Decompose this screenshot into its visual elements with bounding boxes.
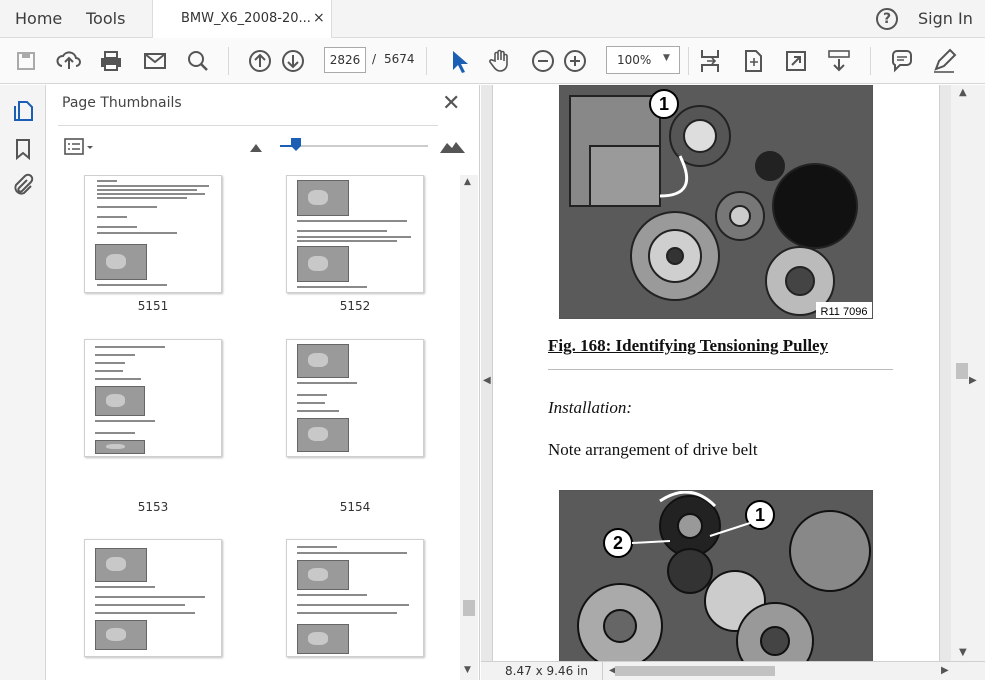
zoom-select[interactable]: 100% ▼: [606, 46, 680, 74]
pen-icon[interactable]: [930, 47, 958, 75]
divider: [548, 369, 893, 370]
page-number-input[interactable]: 2826: [324, 47, 366, 73]
page-down-icon[interactable]: [279, 47, 307, 75]
chevron-down-icon: ▼: [663, 53, 670, 63]
select-arrow-icon[interactable]: [444, 47, 472, 75]
thumbnail-page[interactable]: [286, 339, 424, 457]
tab-title: BMW_X6_2008-20...: [181, 11, 311, 26]
close-icon[interactable]: ✕: [442, 91, 460, 116]
left-rail: [0, 85, 46, 680]
zoom-out-icon[interactable]: [529, 47, 557, 75]
home-menu[interactable]: Home: [15, 9, 62, 28]
sign-in-button[interactable]: Sign In: [918, 9, 973, 28]
document-scrollbar[interactable]: ▲ ▼: [951, 85, 985, 661]
thumbnail-page[interactable]: [84, 175, 222, 293]
fit-page-icon[interactable]: [696, 47, 724, 75]
tab-close-icon[interactable]: ×: [313, 10, 325, 26]
thumbnail-page[interactable]: [84, 339, 222, 457]
large-mountain-icon: [440, 142, 465, 153]
scroll-mode-icon[interactable]: [825, 47, 853, 75]
upload-icon[interactable]: [55, 47, 83, 75]
collapse-panel-icon[interactable]: ◀: [483, 375, 491, 386]
callout-1: 1: [659, 94, 669, 114]
zoom-in-icon[interactable]: [561, 47, 589, 75]
installation-heading: Installation:: [548, 398, 633, 417]
belt-figure: 1 2: [559, 490, 873, 661]
thumbnail-page-number: 5154: [339, 500, 371, 514]
page-size: 8.47 x 9.46 in: [491, 662, 603, 680]
thumbnail-page-number: 5151: [137, 299, 169, 313]
small-mountain-icon: [250, 144, 262, 152]
document-viewer: ◀ 1 R11 7096 Fig. 168: Identifying Tensi…: [481, 85, 985, 680]
thumbnail-scrollbar[interactable]: ▲ ▼: [460, 175, 478, 680]
chevron-down-icon[interactable]: ▼: [464, 665, 471, 675]
status-bar: 8.47 x 9.46 in ◀ ▶: [481, 661, 985, 680]
document-page: 1 R11 7096 Fig. 168: Identifying Tension…: [492, 85, 940, 661]
email-icon[interactable]: [141, 47, 169, 75]
chevron-right-icon[interactable]: ▶: [941, 665, 949, 676]
panel-title: Page Thumbnails: [62, 95, 182, 111]
zoom-value: 100%: [617, 53, 652, 67]
save-icon[interactable]: [12, 47, 40, 75]
search-icon[interactable]: [184, 47, 212, 75]
tools-menu[interactable]: Tools: [86, 9, 125, 28]
page-total: 5674: [384, 52, 415, 66]
figure-caption: Fig. 168: Identifying Tensioning Pulley: [548, 336, 829, 355]
thumbnail-list: 5151 5152 5153 5154: [46, 175, 480, 680]
thumbnail-page-number: 5152: [339, 299, 371, 313]
figure-code: R11 7096: [821, 306, 868, 318]
hand-icon[interactable]: [486, 47, 514, 75]
help-icon[interactable]: ?: [876, 8, 898, 30]
scrollbar-thumb[interactable]: [956, 363, 968, 379]
page-up-icon[interactable]: [246, 47, 274, 75]
menu-bar: Home Tools BMW_X6_2008-20... × ? Sign In: [0, 0, 985, 39]
document-tab[interactable]: BMW_X6_2008-20... ×: [152, 0, 332, 39]
scrollbar-thumb[interactable]: [463, 600, 475, 616]
fullscreen-icon[interactable]: [782, 47, 810, 75]
horizontal-scrollbar-thumb[interactable]: [615, 666, 775, 676]
thumbnail-page[interactable]: [286, 175, 424, 293]
chevron-up-icon[interactable]: ▲: [464, 177, 471, 187]
fit-width-icon[interactable]: [739, 47, 767, 75]
engine-figure: 1 R11 7096: [559, 85, 873, 319]
page-thumbnails-icon[interactable]: [11, 99, 35, 123]
thumbnails-panel: Page Thumbnails ✕ 5151 5152 5153 5154 ▲ …: [46, 85, 480, 680]
comment-icon[interactable]: [888, 47, 916, 75]
note-text: Note arrangement of drive belt: [548, 440, 758, 459]
expand-panel-icon[interactable]: ▶: [969, 375, 977, 386]
toolbar: 2826 / 5674 100% ▼: [0, 38, 985, 84]
chevron-down-icon[interactable]: ▼: [959, 647, 967, 658]
attachment-icon[interactable]: [11, 173, 35, 197]
chevron-up-icon[interactable]: ▲: [959, 87, 967, 98]
thumbnail-page[interactable]: [286, 539, 424, 657]
thumbnail-page-number: 5153: [137, 500, 169, 514]
callout-2: 2: [613, 533, 623, 553]
callout-1: 1: [755, 505, 765, 525]
thumbnail-page[interactable]: [84, 539, 222, 657]
thumbnail-options-icon[interactable]: [64, 137, 98, 157]
page-separator: /: [372, 52, 377, 66]
print-icon[interactable]: [97, 47, 125, 75]
thumbnail-size-slider[interactable]: [250, 135, 470, 157]
bookmark-icon[interactable]: [11, 137, 35, 161]
